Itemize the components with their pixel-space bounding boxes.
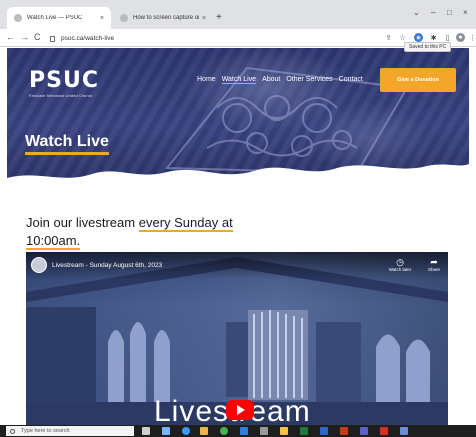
store-icon[interactable] <box>162 427 170 435</box>
nav-home[interactable]: Home <box>197 76 216 84</box>
word-icon[interactable] <box>240 427 248 435</box>
menu-kebab-icon[interactable]: ⋮ <box>468 33 476 42</box>
join-time: 10:00am. <box>26 233 81 250</box>
livestream-intro: Join our livestream every Sunday at 10:0… <box>26 214 276 250</box>
back-button[interactable]: ← <box>6 32 15 42</box>
play-icon <box>237 405 245 415</box>
tab-title: How to screen capture on wind <box>133 15 199 21</box>
watch-later-button[interactable]: ◷ Watch later <box>386 257 414 272</box>
address-bar[interactable]: psuc.ca/watch-live <box>50 31 350 45</box>
close-window-button[interactable]: × <box>463 8 468 17</box>
join-text: Join our livestream <box>26 215 136 230</box>
puzzle-extensions-icon[interactable]: ✱ <box>429 33 438 42</box>
maximize-button[interactable]: □ <box>447 8 452 17</box>
teams-icon[interactable] <box>360 427 368 435</box>
bookmark-star-icon[interactable]: ☆ <box>398 33 407 42</box>
donate-button[interactable]: Give a Donation <box>380 68 456 92</box>
profile-avatar-icon[interactable]: ● <box>456 33 465 42</box>
main-nav: Home Watch Live About Other Services Con… <box>197 76 369 84</box>
channel-avatar[interactable] <box>31 257 47 273</box>
taskbar-search-box[interactable]: Type here to search <box>6 426 134 436</box>
join-schedule: every Sunday at <box>138 215 233 232</box>
youtube-embed[interactable]: Livestream - Sunday August 6th, 2023 ◷ W… <box>26 252 448 431</box>
forward-button[interactable]: → <box>20 32 29 42</box>
minimize-button[interactable]: – <box>431 8 435 17</box>
share-arrow-icon: ➦ <box>430 257 438 267</box>
page-title: Watch Live <box>25 133 109 155</box>
download-tooltip: Saved to this PC <box>404 42 452 52</box>
site-favicon-icon <box>14 14 22 22</box>
lectern-carving-graphic <box>164 66 409 175</box>
share-page-icon[interactable]: ⇪ <box>384 33 393 42</box>
search-icon <box>10 428 15 434</box>
windows-taskbar: Type here to search <box>0 425 476 437</box>
nav-about[interactable]: About <box>262 76 280 84</box>
folder-icon[interactable] <box>280 427 288 435</box>
url-text: psuc.ca/watch-live <box>61 34 115 42</box>
nav-other-services[interactable]: Other Services <box>286 76 332 84</box>
app-icon[interactable] <box>400 427 408 435</box>
excel-icon[interactable] <box>300 427 308 435</box>
site-logo[interactable]: PSUC <box>29 68 99 93</box>
tab-close-icon[interactable]: × <box>100 15 104 22</box>
hero-header: PSUC Parkdale Sherwood United Church Hom… <box>7 48 469 190</box>
lock-icon <box>50 35 55 42</box>
task-view-icon[interactable] <box>142 427 150 435</box>
youtube-play-button[interactable] <box>226 400 254 420</box>
share-button[interactable]: ➦ Share <box>420 257 448 272</box>
tab-screen-capture[interactable]: How to screen capture on wind × <box>113 7 213 29</box>
side-panel-icon[interactable]: ▯ <box>443 33 452 42</box>
acrobat-icon[interactable] <box>380 427 388 435</box>
chrome-icon[interactable] <box>220 427 228 435</box>
site-logo-subtitle: Parkdale Sherwood United Church <box>29 94 93 98</box>
tab-title: Watch Live — PSUC <box>27 15 83 21</box>
share-label: Share <box>427 267 440 272</box>
nav-watch-live[interactable]: Watch Live <box>221 76 257 84</box>
extension-icon[interactable]: ◉ <box>414 33 423 42</box>
nav-contact[interactable]: Contact <box>339 76 363 84</box>
file-explorer-icon[interactable] <box>200 427 208 435</box>
powerpoint-icon[interactable] <box>340 427 348 435</box>
tab-watch-live[interactable]: Watch Live — PSUC × <box>7 7 111 29</box>
edge-icon[interactable] <box>182 427 190 435</box>
taskbar-search-placeholder: Type here to search <box>21 428 70 434</box>
video-title[interactable]: Livestream - Sunday August 6th, 2023 <box>52 262 162 269</box>
tab-search-icon[interactable]: ⌄ <box>413 8 420 17</box>
browser-tab-strip: Watch Live — PSUC × How to screen captur… <box>0 0 476 29</box>
brush-stroke-divider <box>7 164 469 190</box>
outlook-icon[interactable] <box>320 427 328 435</box>
google-favicon-icon <box>120 14 128 22</box>
new-tab-button[interactable]: + <box>216 12 222 23</box>
clock-icon: ◷ <box>396 257 404 267</box>
reload-button[interactable]: C <box>34 32 41 42</box>
watch-later-label: Watch later <box>388 267 412 272</box>
tab-close-icon[interactable]: × <box>202 15 206 22</box>
settings-icon[interactable] <box>260 427 268 435</box>
